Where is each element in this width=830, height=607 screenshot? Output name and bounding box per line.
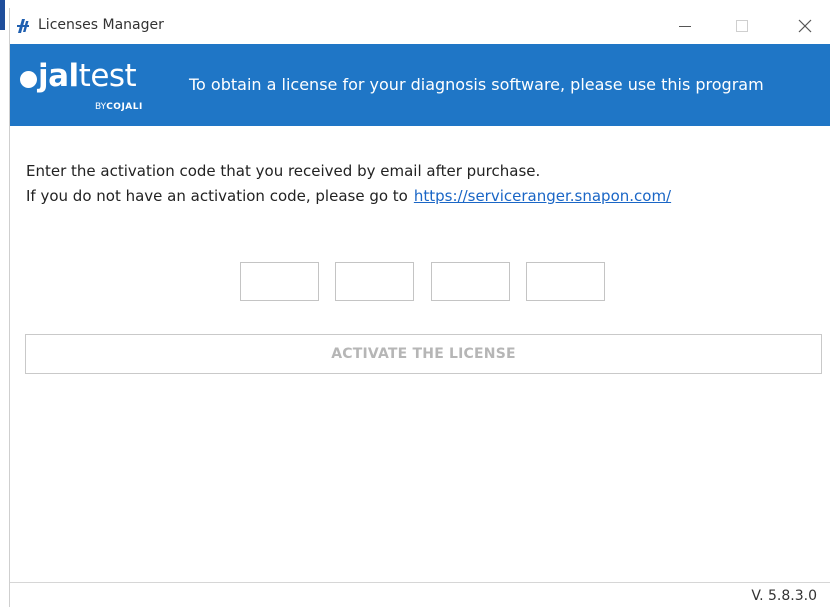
logo-dot-icon — [20, 71, 37, 88]
window-title: Licenses Manager — [38, 17, 164, 33]
maximize-button[interactable] — [719, 8, 765, 44]
instruction-line-1: Enter the activation code that you recei… — [26, 162, 541, 180]
title-bar[interactable]: Licenses Manager — [10, 8, 830, 44]
logo-brand-text: COJALI — [106, 102, 143, 112]
activate-license-label: ACTIVATE THE LICENSE — [331, 346, 516, 362]
activation-code-field-4[interactable] — [526, 262, 605, 301]
minimize-button[interactable] — [662, 8, 708, 44]
maximize-icon — [736, 20, 748, 32]
app-icon — [15, 18, 31, 34]
version-label: V. 5.8.3.0 — [751, 588, 817, 604]
jaltest-logo: jal test BYCOJALI — [20, 58, 170, 118]
activate-license-button[interactable]: ACTIVATE THE LICENSE — [25, 334, 822, 374]
activation-code-field-1[interactable] — [240, 262, 319, 301]
logo-suffix-text: test — [78, 58, 137, 94]
close-button[interactable] — [782, 8, 828, 44]
close-icon — [798, 19, 812, 33]
minimize-icon — [679, 26, 691, 27]
activation-code-field-3[interactable] — [431, 262, 510, 301]
service-ranger-link[interactable]: https://serviceranger.snapon.com/ — [414, 187, 671, 205]
background-window-strip — [0, 0, 830, 30]
logo-by-text: BY — [95, 102, 107, 112]
footer-divider — [10, 582, 830, 583]
instruction-line-2-text: If you do not have an activation code, p… — [26, 187, 408, 205]
instruction-line-2: If you do not have an activation code, p… — [26, 187, 671, 205]
background-window-edge — [0, 0, 5, 30]
header-banner: jal test BYCOJALI To obtain a license fo… — [10, 44, 830, 126]
licenses-manager-window: Licenses Manager jal test BYCOJALI To ob… — [9, 8, 830, 607]
logo-main-text: jal — [38, 58, 79, 94]
activation-code-field-2[interactable] — [335, 262, 414, 301]
banner-tagline: To obtain a license for your diagnosis s… — [189, 75, 764, 94]
logo-byline: BYCOJALI — [95, 102, 143, 112]
